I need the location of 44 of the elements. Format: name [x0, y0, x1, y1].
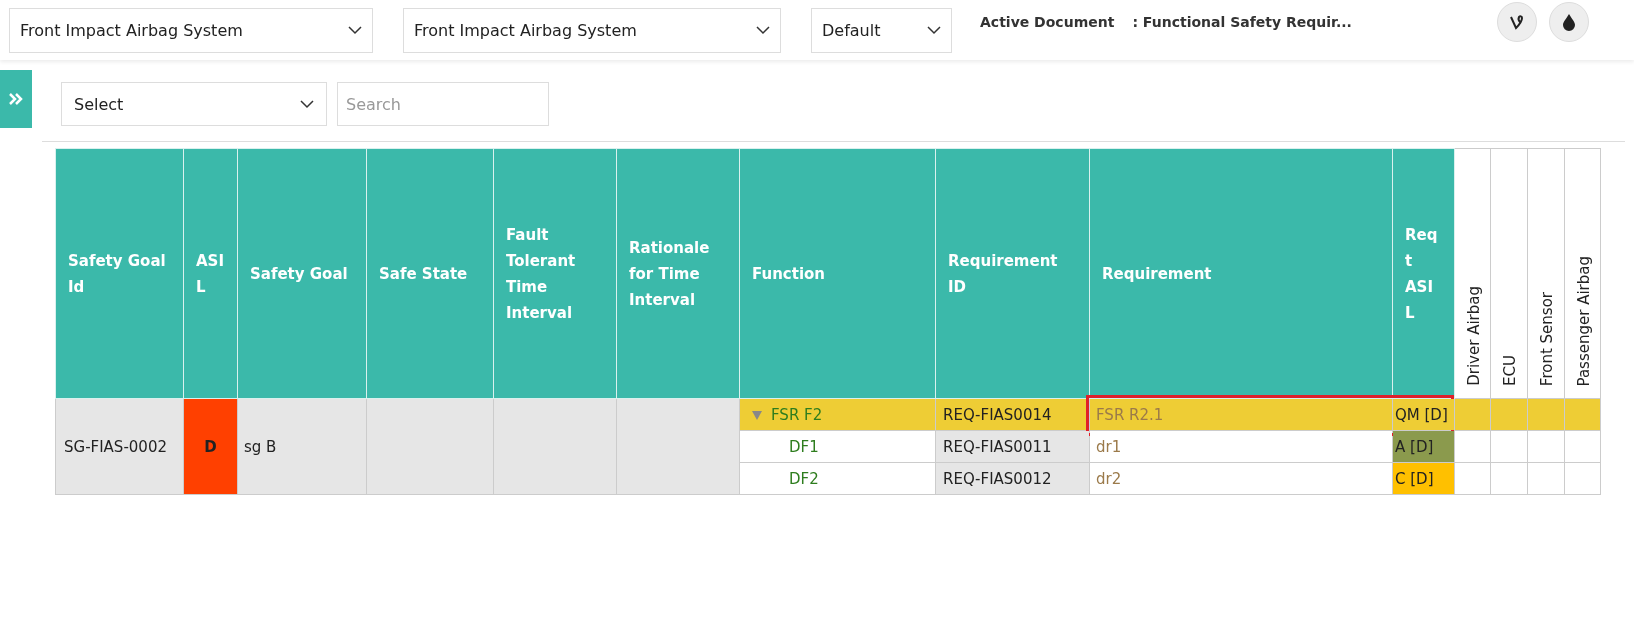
filter-select[interactable]: Select: [61, 82, 327, 126]
active-document-value: : Functional Safety Requir...: [1132, 14, 1352, 30]
column-header: Function: [739, 148, 936, 399]
double-chevron-icon: [8, 93, 24, 105]
format-dropdown[interactable]: Default: [811, 7, 952, 53]
column-header: ECU: [1490, 148, 1528, 399]
chevron-down-icon: [300, 99, 314, 109]
table-cell: dr2: [1089, 462, 1393, 495]
column-header: Requirement ID: [935, 148, 1090, 399]
column-header: Safety Goal Id: [55, 148, 184, 399]
column-header: Safety Goal: [237, 148, 367, 399]
asil-cell: D: [183, 398, 238, 495]
table-cell: REQ-FIAS0012: [935, 462, 1090, 495]
column-header: Safe State: [366, 148, 494, 399]
sidebar-toggle-button[interactable]: [0, 70, 32, 128]
v-logo-icon: [1509, 14, 1525, 30]
table-cell: REQ-FIAS0014: [935, 398, 1090, 431]
asil-cell: A [D]: [1392, 430, 1455, 463]
column-header: Requirement: [1089, 148, 1393, 399]
asil-cell: QM [D]: [1392, 398, 1455, 431]
search-field[interactable]: Search: [337, 82, 549, 126]
droplet-icon: [1562, 13, 1576, 31]
active-document-label: Active Document: [980, 14, 1115, 30]
table-cell: REQ-FIAS0011: [935, 430, 1090, 463]
chevron-down-icon: [927, 25, 941, 35]
focus-element-dropdown[interactable]: Front Impact Airbag System: [9, 7, 373, 53]
function-cell[interactable]: DF1: [739, 430, 936, 463]
table-cell: sg B: [237, 398, 367, 495]
table-cell: dr1: [1089, 430, 1393, 463]
table-cell: SG-FIAS-0002: [55, 398, 184, 495]
chevron-down-icon: [348, 25, 362, 35]
droplet-button[interactable]: [1549, 2, 1589, 42]
chevron-down-icon: [756, 25, 770, 35]
column-header: Front Sensor: [1527, 148, 1565, 399]
v-logo-button[interactable]: [1497, 2, 1537, 42]
column-header: Reqt ASIL: [1392, 148, 1455, 399]
column-header: Rationale for Time Interval: [616, 148, 740, 399]
column-header: ASIL: [183, 148, 238, 399]
function-cell[interactable]: DF2: [739, 462, 936, 495]
column-header: Passenger Airbag: [1564, 148, 1601, 399]
column-header: Driver Airbag: [1454, 148, 1491, 399]
column-header: Fault Tolerant Time Interval: [493, 148, 617, 399]
context-element-dropdown[interactable]: Front Impact Airbag System: [403, 7, 781, 53]
asil-cell: C [D]: [1392, 462, 1455, 495]
